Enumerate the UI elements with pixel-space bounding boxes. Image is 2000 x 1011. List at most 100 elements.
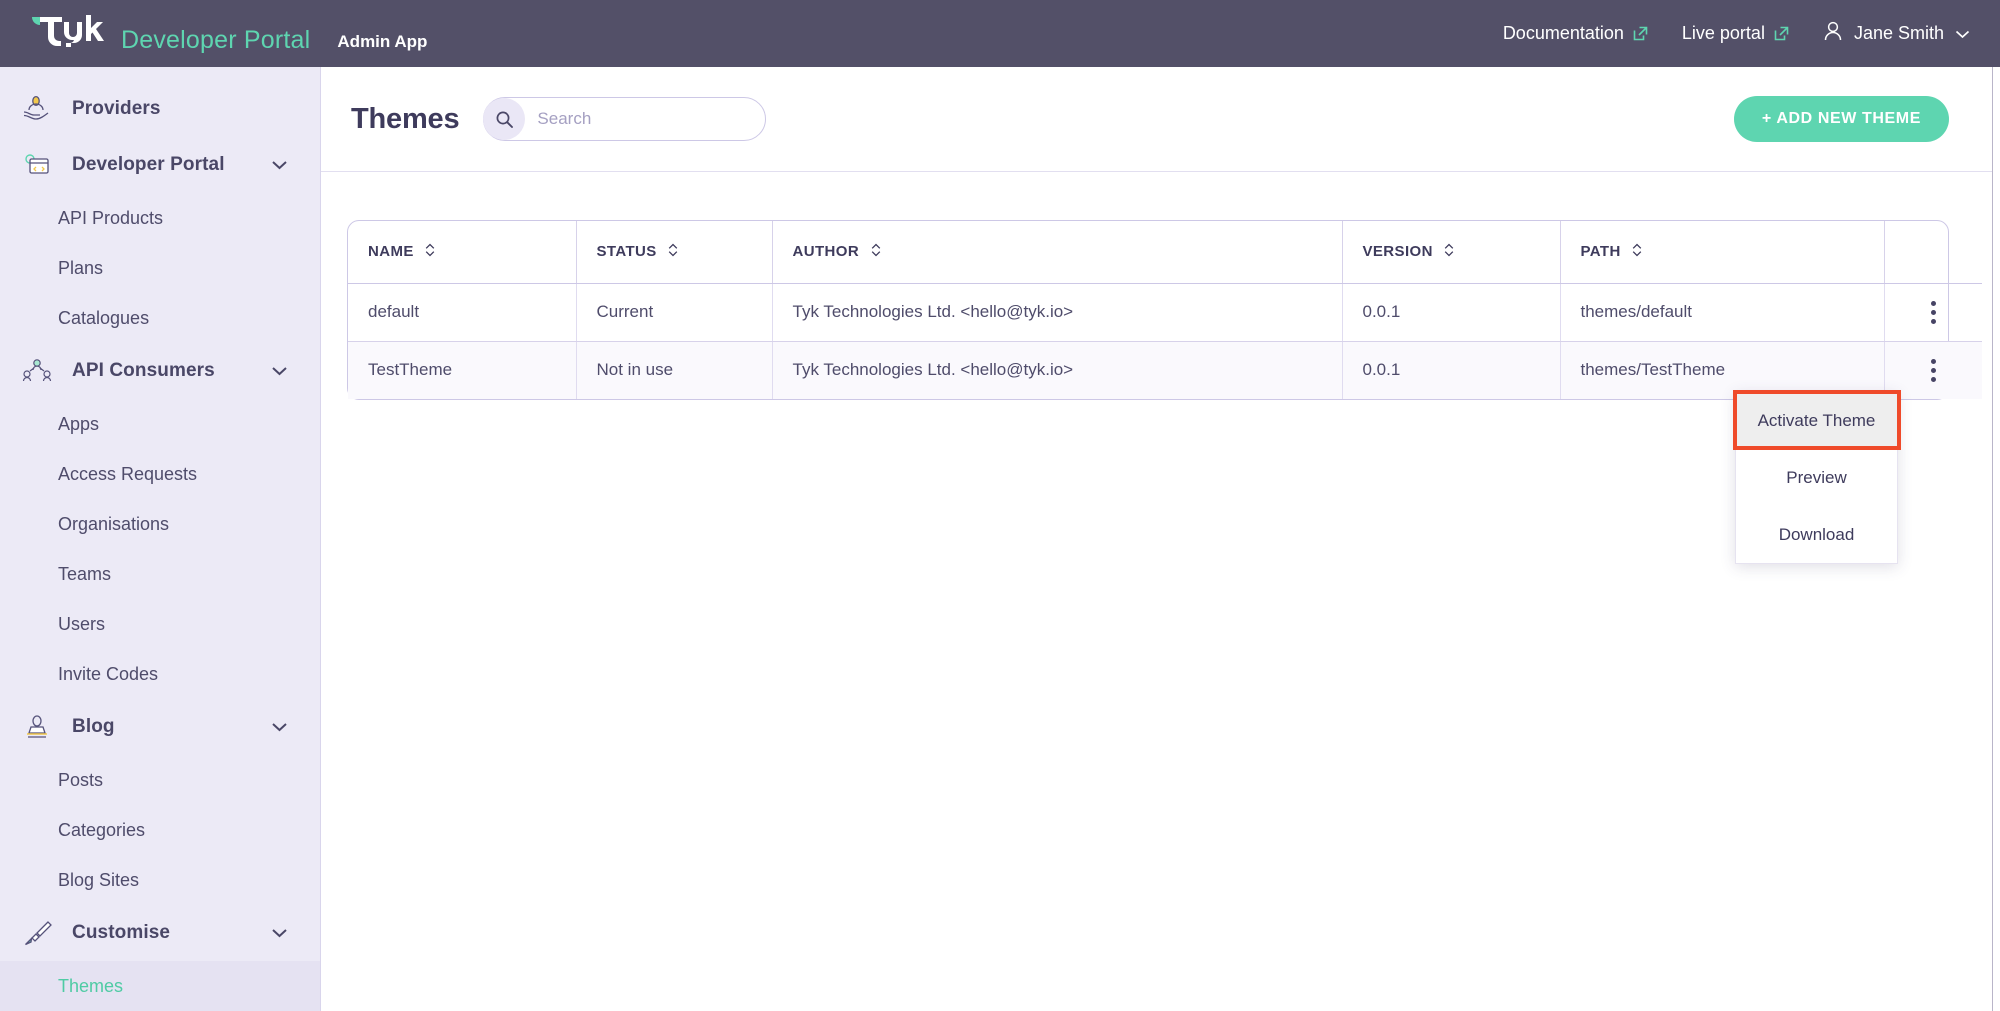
cell-path: themes/default xyxy=(1560,283,1884,341)
main-content: Themes + ADD NEW THEME NAME xyxy=(321,67,1992,1011)
column-header-actions xyxy=(1884,221,1982,283)
cell-status: Not in use xyxy=(576,341,772,399)
table-header-row: NAME STATUS AUTHOR xyxy=(348,221,1982,283)
column-label: STATUS xyxy=(597,243,657,260)
sidebar-item-themes[interactable]: Themes xyxy=(0,961,320,1011)
sidebar-item-teams[interactable]: Teams xyxy=(0,549,320,599)
sort-icon[interactable] xyxy=(1632,244,1642,261)
code-window-gear-icon xyxy=(18,151,56,179)
sidebar-label: API Consumers xyxy=(72,360,215,382)
sidebar-label: Categories xyxy=(58,820,145,841)
table-body: default Current Tyk Technologies Ltd. <h… xyxy=(348,283,1982,399)
column-header-status[interactable]: STATUS xyxy=(576,221,772,283)
sidebar-label: API Products xyxy=(58,208,163,229)
sidebar-item-catalogues[interactable]: Catalogues xyxy=(0,293,320,343)
top-bar: Developer Portal Admin App Documentation… xyxy=(0,0,2000,67)
live-portal-label: Live portal xyxy=(1682,23,1765,44)
sidebar-item-customise[interactable]: Customise xyxy=(0,905,320,961)
cell-author: Tyk Technologies Ltd. <hello@tyk.io> xyxy=(772,283,1342,341)
theme-actions-dropdown: Activate Theme Preview Download xyxy=(1735,391,1898,564)
cell-name: default xyxy=(348,283,576,341)
external-link-icon xyxy=(1632,25,1649,42)
sidebar-item-blog[interactable]: Blog xyxy=(0,699,320,755)
cell-version: 0.0.1 xyxy=(1342,341,1560,399)
user-menu[interactable]: Jane Smith xyxy=(1823,20,1970,47)
chevron-down-icon[interactable] xyxy=(271,722,288,733)
dropdown-item-preview[interactable]: Preview xyxy=(1736,449,1897,506)
sidebar-label: Blog xyxy=(72,716,115,738)
sidebar-label: Apps xyxy=(58,414,99,435)
column-label: PATH xyxy=(1581,243,1621,260)
chevron-down-icon[interactable] xyxy=(271,928,288,939)
sidebar-label: Themes xyxy=(58,976,123,997)
chevron-down-icon[interactable] xyxy=(271,160,288,171)
user-icon xyxy=(1823,20,1843,47)
sort-icon[interactable] xyxy=(668,244,678,261)
sidebar-label: Organisations xyxy=(58,514,169,535)
sidebar-label: Customise xyxy=(72,922,170,944)
sidebar-item-categories[interactable]: Categories xyxy=(0,805,320,855)
sidebar-item-access-requests[interactable]: Access Requests xyxy=(0,449,320,499)
live-portal-link[interactable]: Live portal xyxy=(1682,23,1790,44)
sidebar-item-blog-sites[interactable]: Blog Sites xyxy=(0,855,320,905)
chevron-down-icon xyxy=(1955,23,1970,44)
search-icon xyxy=(483,98,525,140)
hand-coin-icon xyxy=(18,95,56,123)
kebab-menu-icon[interactable] xyxy=(1905,301,1963,324)
documentation-link[interactable]: Documentation xyxy=(1503,23,1649,44)
search-box[interactable] xyxy=(483,97,766,141)
user-name: Jane Smith xyxy=(1854,23,1944,44)
cell-status: Current xyxy=(576,283,772,341)
cell-actions xyxy=(1884,283,1982,341)
sidebar-label: Users xyxy=(58,614,105,635)
add-new-theme-button[interactable]: + ADD NEW THEME xyxy=(1734,96,1949,142)
sort-icon[interactable] xyxy=(871,244,881,261)
paintbrush-icon xyxy=(18,919,56,947)
sort-icon[interactable] xyxy=(425,244,435,261)
sidebar-label: Teams xyxy=(58,564,111,585)
sidebar-item-api-consumers[interactable]: API Consumers xyxy=(0,343,320,399)
column-label: VERSION xyxy=(1363,243,1433,260)
brand: Developer Portal Admin App xyxy=(30,13,427,54)
sidebar-label: Providers xyxy=(72,98,161,120)
sidebar-item-plans[interactable]: Plans xyxy=(0,243,320,293)
external-link-icon xyxy=(1773,25,1790,42)
sidebar-item-organisations[interactable]: Organisations xyxy=(0,499,320,549)
brand-title: Developer Portal xyxy=(121,26,310,55)
column-header-name[interactable]: NAME xyxy=(348,221,576,283)
kebab-menu-icon[interactable] xyxy=(1905,359,1963,382)
sidebar-label: Invite Codes xyxy=(58,664,158,685)
sidebar-label: Catalogues xyxy=(58,308,149,329)
sidebar-item-posts[interactable]: Posts xyxy=(0,755,320,805)
sort-icon[interactable] xyxy=(1444,244,1454,261)
person-desk-icon xyxy=(18,713,56,741)
themes-table: NAME STATUS AUTHOR xyxy=(348,221,1982,399)
chevron-down-icon[interactable] xyxy=(271,366,288,377)
sidebar-item-invite-codes[interactable]: Invite Codes xyxy=(0,649,320,699)
documentation-label: Documentation xyxy=(1503,23,1624,44)
sidebar-item-developer-portal[interactable]: Developer Portal xyxy=(0,137,320,193)
column-header-path[interactable]: PATH xyxy=(1560,221,1884,283)
column-label: NAME xyxy=(368,243,414,260)
sidebar-label: Blog Sites xyxy=(58,870,139,891)
cell-version: 0.0.1 xyxy=(1342,283,1560,341)
people-network-icon xyxy=(18,357,56,385)
dropdown-item-download[interactable]: Download xyxy=(1736,506,1897,563)
sidebar-item-users[interactable]: Users xyxy=(0,599,320,649)
search-input[interactable] xyxy=(537,109,737,129)
sidebar-item-providers[interactable]: Providers xyxy=(0,81,320,137)
column-header-author[interactable]: AUTHOR xyxy=(772,221,1342,283)
tyk-logo-icon xyxy=(30,13,108,47)
themes-table-container: NAME STATUS AUTHOR xyxy=(347,220,1949,400)
table-row[interactable]: default Current Tyk Technologies Ltd. <h… xyxy=(348,283,1982,341)
sidebar-item-apps[interactable]: Apps xyxy=(0,399,320,449)
column-header-version[interactable]: VERSION xyxy=(1342,221,1560,283)
dropdown-item-activate-theme[interactable]: Activate Theme xyxy=(1736,392,1897,449)
cell-author: Tyk Technologies Ltd. <hello@tyk.io> xyxy=(772,341,1342,399)
sidebar-label: Developer Portal xyxy=(72,154,225,176)
sidebar-item-api-products[interactable]: API Products xyxy=(0,193,320,243)
table-head: NAME STATUS AUTHOR xyxy=(348,221,1982,283)
admin-app-label: Admin App xyxy=(337,32,427,52)
sidebar-label: Posts xyxy=(58,770,103,791)
cell-actions xyxy=(1884,341,1982,399)
